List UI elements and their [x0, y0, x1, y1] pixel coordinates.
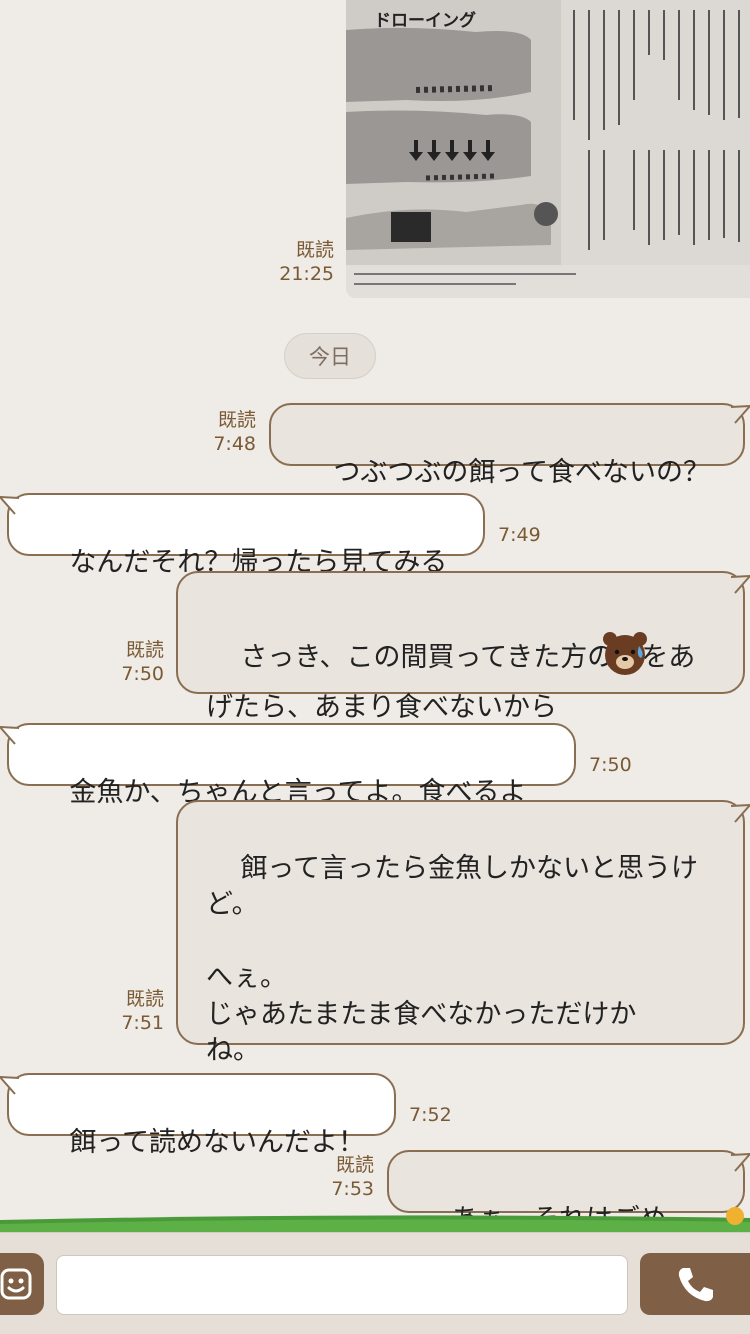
photo-read-status: 既読 21:25 — [272, 238, 334, 286]
phone-icon — [678, 1268, 713, 1302]
timestamp: 7:53 — [331, 1178, 374, 1200]
message-read-status: 既読 7:53 — [314, 1153, 374, 1201]
bubble-tail-icon — [731, 575, 750, 594]
chat-screen: ドローイング 既読 21:25 今日 既読 7:48 つぶつぶの餌って食べないの… — [0, 0, 750, 1334]
timestamp: 21:25 — [279, 263, 334, 285]
outgoing-message-bubble[interactable]: あぁ。それはごめん。 — [387, 1150, 745, 1273]
read-label: 既読 — [125, 988, 164, 1010]
timestamp: 7:50 — [589, 754, 632, 776]
outgoing-message-bubble[interactable]: つぶつぶの餌って食べないの？ — [269, 403, 745, 488]
read-label: 既読 — [295, 239, 334, 261]
bubble-tail-icon — [0, 1076, 19, 1095]
bubble-tail-icon — [731, 804, 750, 823]
incoming-message-bubble[interactable]: なんだそれ？帰ったら見てみる — [7, 493, 485, 578]
bubble-tail-icon — [0, 726, 19, 745]
photo-message[interactable]: ドローイング — [346, 0, 750, 298]
bubble-tail-icon — [0, 496, 19, 515]
read-label: 既読 — [335, 1154, 374, 1176]
read-label: 既読 — [125, 639, 164, 661]
read-label: 既読 — [217, 409, 256, 431]
brown-bear-sweat-emoji-icon — [603, 632, 647, 675]
green-hill-decoration — [0, 1207, 750, 1234]
bubble-tail-icon — [731, 1153, 750, 1172]
message-read-status: 既読 7:50 — [104, 638, 164, 686]
smiley-icon — [0, 1268, 32, 1300]
message-text: 餌って言ったら金魚しかないと思うけ ど。 へぇ。 じゃあたまたま食べなかっただけ… — [206, 852, 698, 1067]
timestamp: 7:48 — [213, 433, 256, 455]
sticker-button[interactable] — [0, 1253, 44, 1315]
timestamp: 7:52 — [409, 1104, 452, 1126]
call-button[interactable] — [640, 1253, 750, 1315]
magazine-page-image: ドローイング — [346, 0, 750, 298]
timestamp: 7:50 — [121, 663, 164, 685]
incoming-message-bubble[interactable]: 餌って読めないんだよ！ — [7, 1073, 396, 1158]
outgoing-message-bubble[interactable]: さっき、この間買ってきた方の餌をあ げたら、あまり食べないから — [176, 571, 745, 723]
incoming-message-bubble[interactable]: 金魚か、ちゃんと言ってよ。食べるよ — [7, 723, 576, 808]
date-separator: 今日 — [284, 333, 376, 379]
message-read-status: 既読 7:48 — [196, 408, 256, 456]
message-input-bar — [0, 1232, 750, 1334]
message-read-status: 既読 7:51 — [104, 987, 164, 1035]
character-peek-icon — [726, 1207, 744, 1225]
photo-caption-heading: ドローイング — [374, 10, 476, 31]
outgoing-message-bubble[interactable]: 餌って言ったら金魚しかないと思うけ ど。 へぇ。 じゃあたまたま食べなかっただけ… — [176, 800, 745, 1066]
timestamp: 7:51 — [121, 1012, 164, 1034]
timestamp: 7:49 — [498, 524, 541, 546]
message-text: つぶつぶの餌って食べないの？ — [333, 457, 710, 488]
message-input[interactable] — [56, 1255, 628, 1315]
bubble-tail-icon — [731, 405, 750, 424]
